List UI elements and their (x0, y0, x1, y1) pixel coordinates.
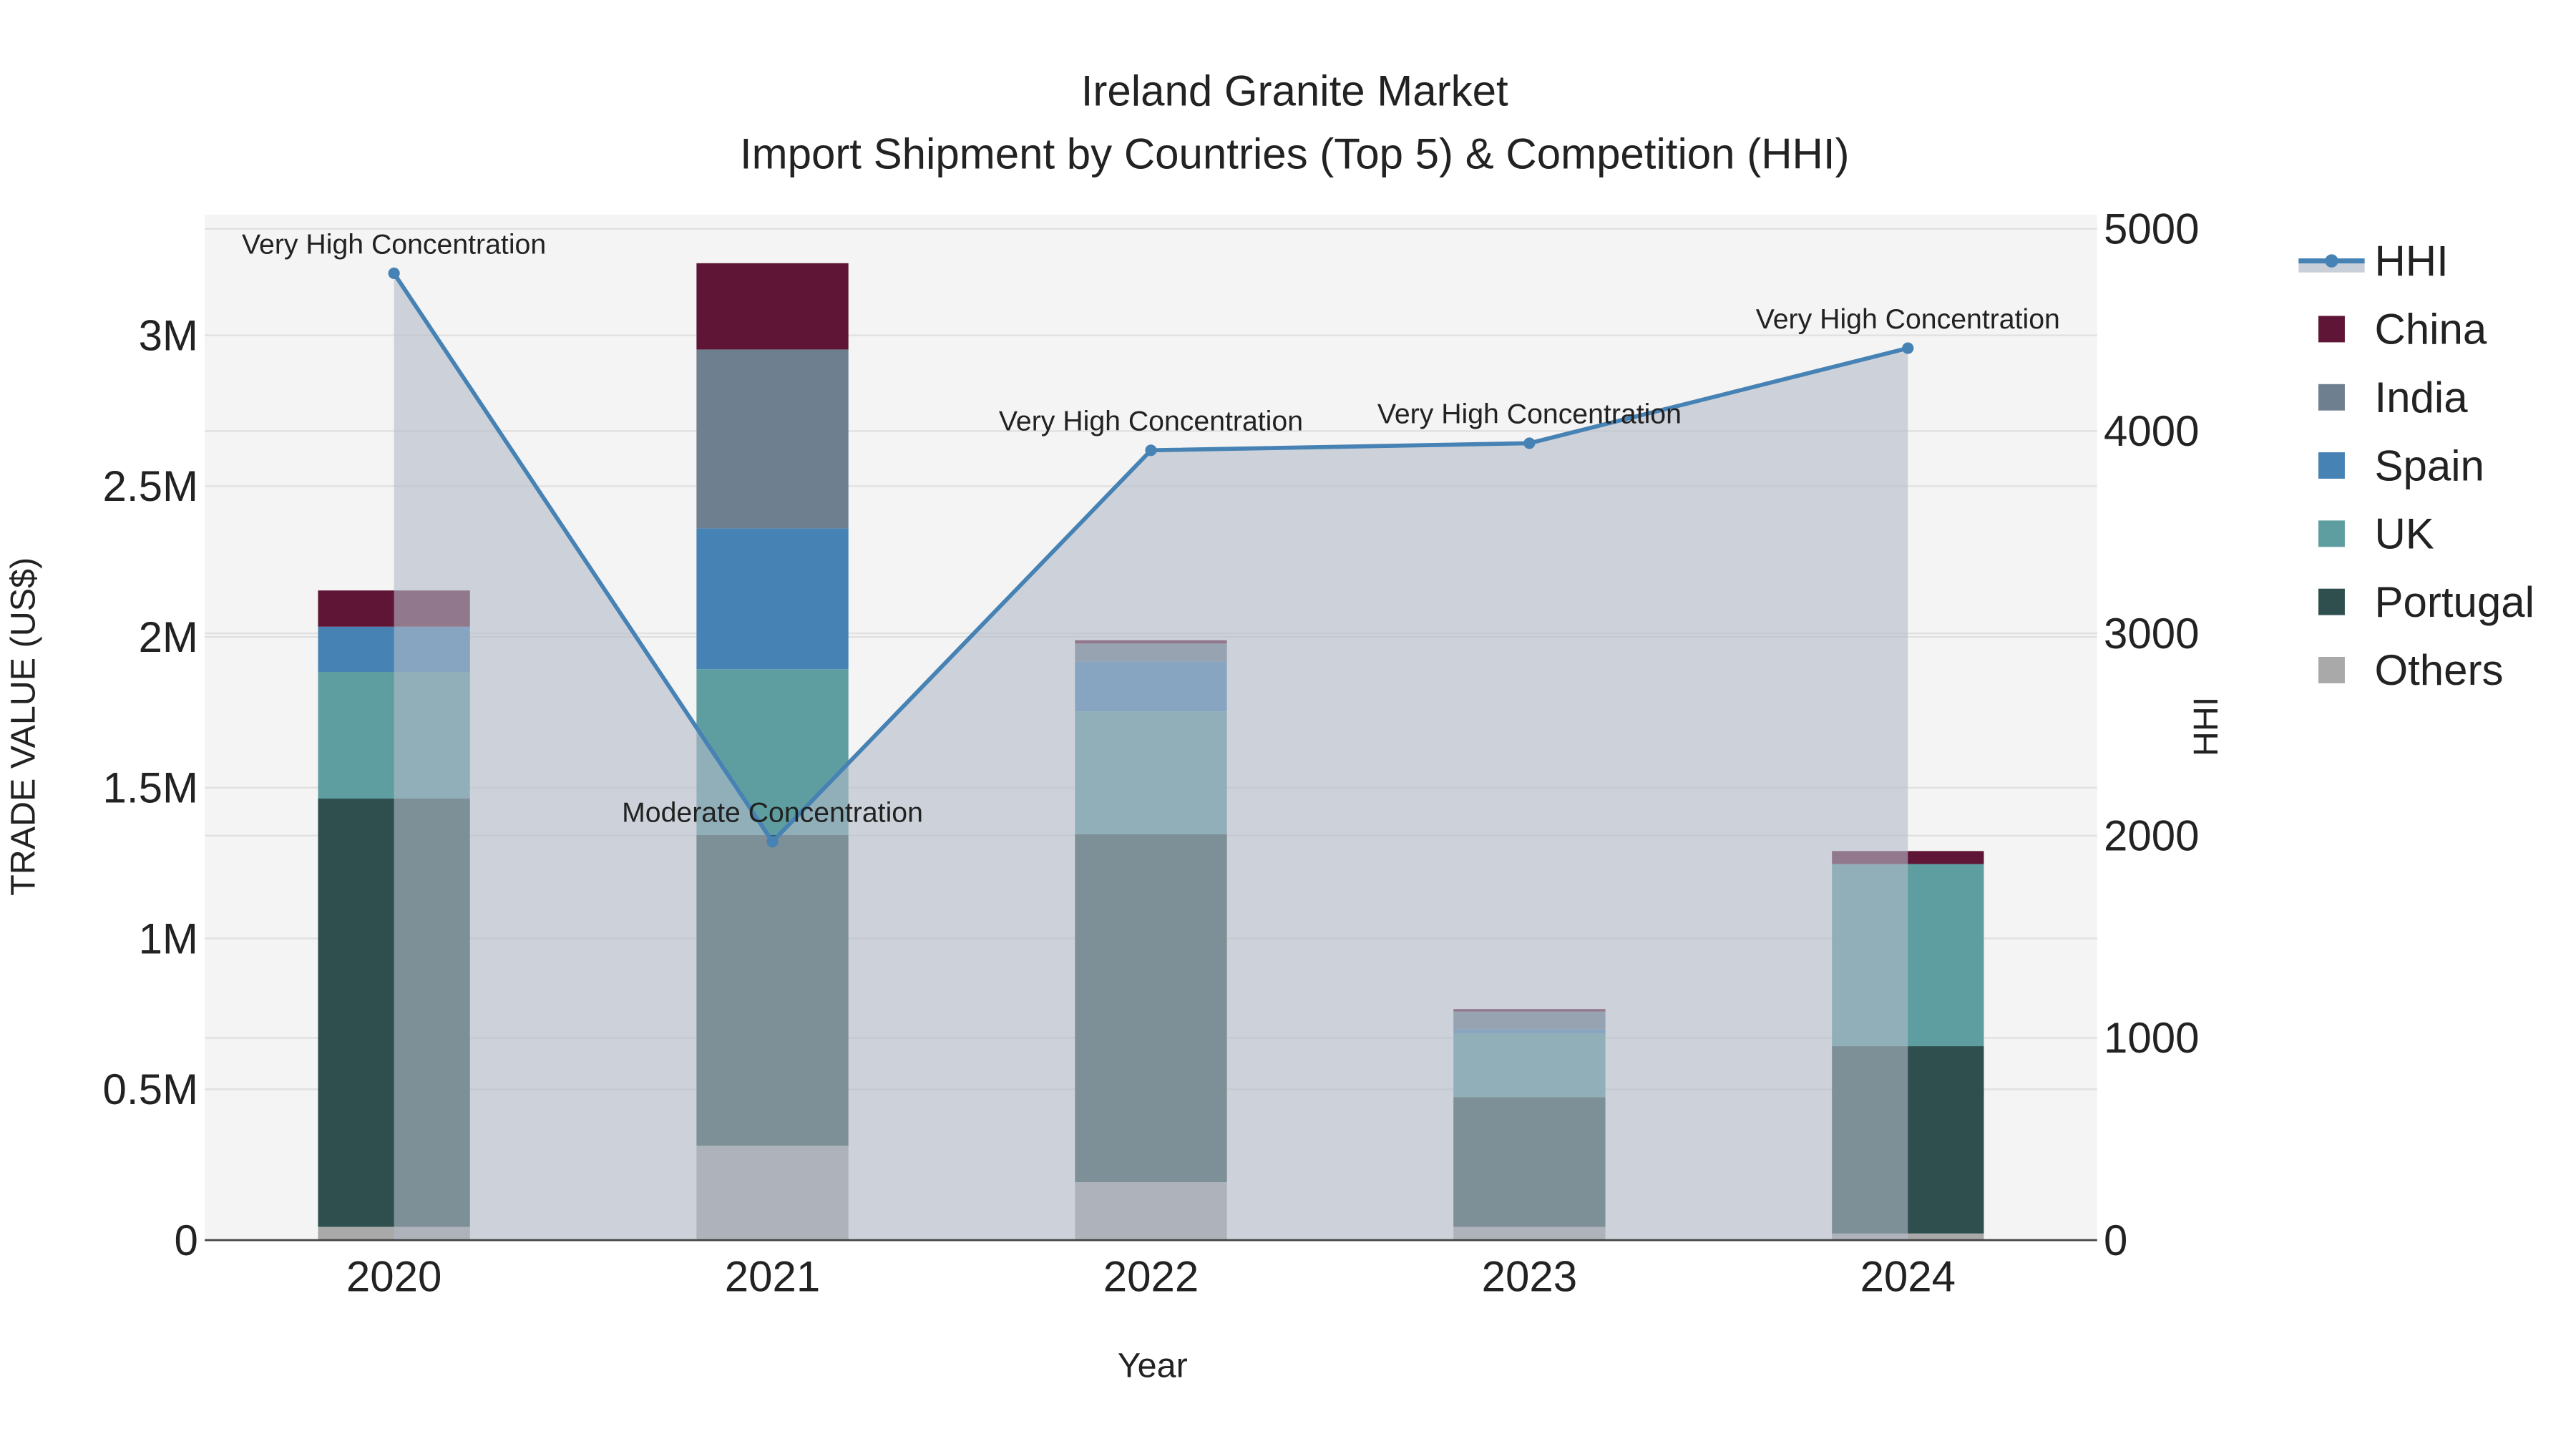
chart: Very High Concentration Moderate Concentr… (4, 67, 2534, 1385)
legend-swatch-uk (2318, 520, 2345, 547)
bar-china-2021 (696, 263, 849, 350)
legend-label-hhi: HHI (2374, 237, 2448, 285)
y-axis-ticks: 0 0.5M 1M 1.5M 2M 2.5M 3M (103, 311, 198, 1264)
x-axis-ticks: 2020 2021 2022 2023 2024 (346, 1253, 1956, 1301)
legend-swatch-spain (2318, 452, 2345, 479)
chart-subtitle: Import Shipment by Countries (Top 5) & C… (740, 130, 1850, 177)
legend-label-portugal: Portugal (2374, 578, 2534, 626)
y2-tick-label: 3000 (2104, 610, 2199, 658)
hhi-point-2020 (388, 267, 400, 280)
y-tick-label: 1.5M (103, 764, 198, 812)
x-tick-label: 2022 (1103, 1253, 1199, 1301)
y-axis-label: TRADE VALUE (US$) (4, 557, 42, 896)
legend-swatch-india (2318, 384, 2345, 411)
legend-swatch-portugal (2318, 588, 2345, 615)
y2-axis-ticks: 0 1000 2000 3000 4000 5000 (2104, 205, 2199, 1264)
x-tick-label: 2020 (346, 1253, 441, 1301)
hhi-annotation: Moderate Concentration (622, 797, 923, 829)
hhi-point-2021 (766, 836, 779, 848)
y-tick-label: 0.5M (103, 1065, 198, 1113)
hhi-annotation: Very High Concentration (1756, 303, 2060, 335)
legend-label-china: China (2374, 306, 2487, 353)
y-tick-label: 0 (175, 1216, 198, 1264)
y2-tick-label: 5000 (2104, 205, 2199, 253)
x-tick-label: 2024 (1860, 1253, 1956, 1301)
y-tick-label: 2M (139, 613, 198, 661)
y2-tick-label: 1000 (2104, 1014, 2199, 1062)
x-axis-label: Year (1118, 1347, 1188, 1385)
bar-spain-2021 (696, 528, 849, 670)
legend-label-others: Others (2374, 646, 2503, 694)
legend: HHI China India Spain UK Portugal Others (2298, 237, 2534, 694)
y-tick-label: 1M (139, 914, 198, 962)
hhi-point-2022 (1145, 444, 1157, 457)
hhi-annotation: Very High Concentration (242, 228, 546, 260)
y2-axis-label: HHI (2187, 697, 2225, 756)
hhi-point-2024 (1902, 342, 1914, 354)
hhi-point-2023 (1523, 437, 1536, 449)
legend-swatch-china (2318, 316, 2345, 343)
legend-hhi-marker (2325, 254, 2338, 268)
x-tick-label: 2023 (1482, 1253, 1577, 1301)
hhi-annotation: Very High Concentration (1377, 399, 1682, 430)
chart-title: Ireland Granite Market (1081, 67, 1508, 115)
y2-tick-label: 4000 (2104, 407, 2199, 455)
legend-swatch-others (2318, 657, 2345, 683)
bar-india-2021 (696, 349, 849, 529)
y-tick-label: 2.5M (103, 462, 198, 510)
legend-label-india: India (2374, 374, 2468, 421)
y-tick-label: 3M (139, 311, 198, 359)
legend-label-uk: UK (2374, 510, 2434, 558)
x-tick-label: 2021 (725, 1253, 820, 1301)
y2-tick-label: 0 (2104, 1216, 2127, 1264)
y2-tick-label: 2000 (2104, 812, 2199, 860)
hhi-annotation: Very High Concentration (999, 406, 1303, 437)
legend-label-spain: Spain (2374, 441, 2484, 489)
